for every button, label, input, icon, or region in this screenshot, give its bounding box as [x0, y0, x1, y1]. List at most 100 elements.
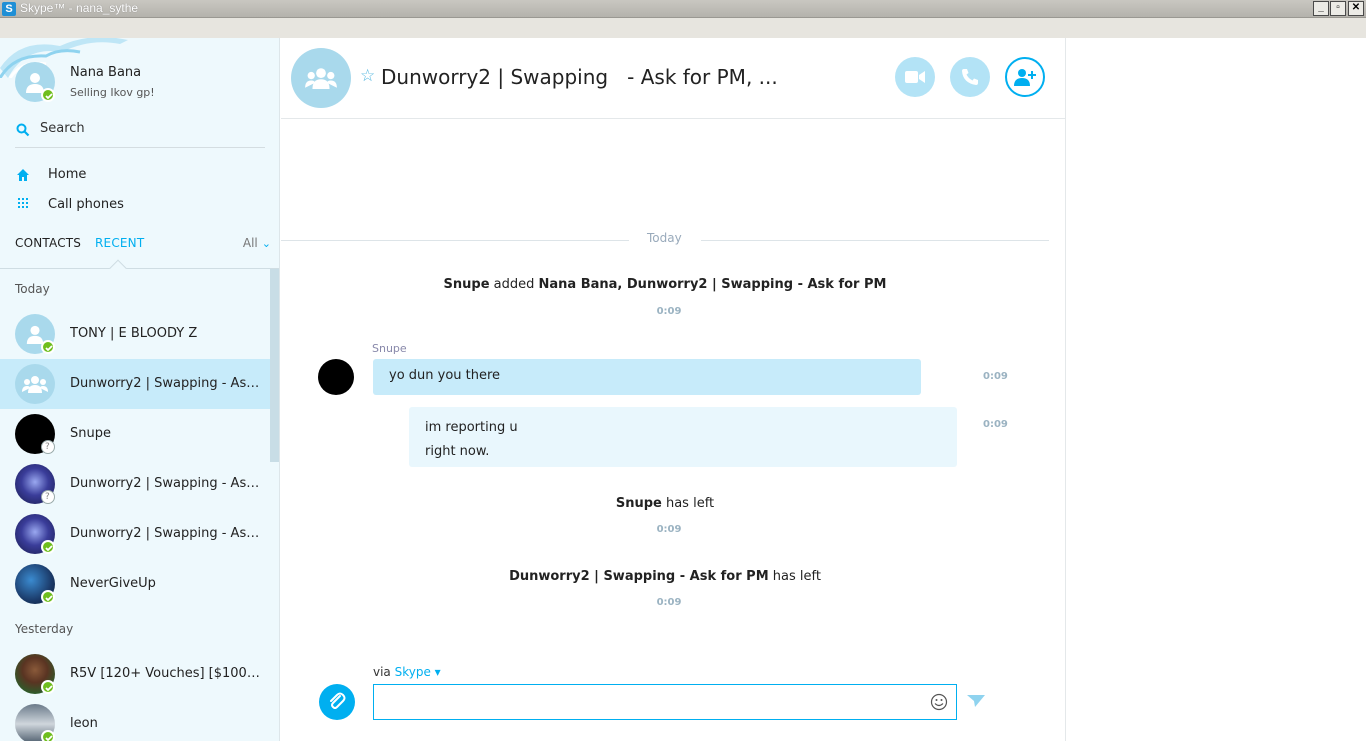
- list-item[interactable]: ? Dunworry2 | Swapping - Ask for PM: [0, 459, 270, 509]
- event-verb: added: [489, 277, 539, 292]
- profile-name[interactable]: Nana Bana: [70, 65, 141, 80]
- system-event-left: Snupe has left: [281, 496, 1049, 511]
- video-camera-icon: [905, 71, 925, 83]
- window-title: Skype™ - nana_sythe: [20, 1, 139, 15]
- paperclip-icon: [330, 692, 346, 709]
- unknown-status-icon: ?: [41, 440, 55, 454]
- tab-recent[interactable]: RECENT: [95, 236, 144, 250]
- conversation-title[interactable]: Dunworry2 | Swapping - Ask for PM, ...: [381, 65, 778, 89]
- message-text: im reporting u: [425, 420, 518, 435]
- online-status-icon: [41, 540, 55, 554]
- list-item[interactable]: leon: [0, 699, 270, 741]
- contact-name: R5V [120+ Vouches] [$100 Do...: [70, 666, 260, 681]
- contact-name: leon: [70, 716, 98, 731]
- online-status-icon: [41, 590, 55, 604]
- event-actor: Snupe: [615, 496, 662, 511]
- online-status-icon: [41, 88, 55, 102]
- restore-button[interactable]: ▫: [1330, 1, 1346, 16]
- nav-home[interactable]: Home: [15, 164, 265, 188]
- window-title-bar: S Skype™ - nana_sythe _ ▫ ✕: [0, 0, 1366, 18]
- day-label: Today: [647, 231, 682, 245]
- event-timestamp: 0:09: [656, 597, 682, 608]
- message-bubble[interactable]: yo dun you there: [373, 359, 921, 395]
- message-timestamp: 0:09: [983, 371, 1008, 382]
- message-bubble[interactable]: im reporting u right now.: [409, 407, 957, 467]
- minimize-button[interactable]: _: [1313, 1, 1329, 16]
- profile-mood-message[interactable]: Selling Ikov gp!: [70, 86, 155, 99]
- list-item[interactable]: R5V [120+ Vouches] [$100 Do...: [0, 649, 270, 699]
- list-scrollbar[interactable]: [270, 269, 279, 462]
- contact-tabs: CONTACTS RECENT All ⌄: [15, 236, 271, 256]
- sidebar: Nana Bana Selling Ikov gp! Search Home C…: [0, 38, 280, 741]
- day-separator-line: [701, 240, 1049, 241]
- person-icon: [26, 325, 44, 344]
- day-separator: Today: [281, 231, 1049, 245]
- day-separator-line: [281, 240, 629, 241]
- via-prefix: via: [373, 665, 395, 679]
- list-item[interactable]: TONY | E BLOODY Z: [0, 309, 270, 359]
- list-item-selected[interactable]: Dunworry2 | Swapping - Ask for PM: [0, 359, 270, 409]
- online-status-icon: [41, 680, 55, 694]
- emoticon-icon[interactable]: [930, 693, 948, 711]
- group-avatar[interactable]: [291, 48, 351, 108]
- unknown-status-icon: ?: [41, 490, 55, 504]
- system-event-left: Dunworry2 | Swapping - Ask for PM has le…: [281, 569, 1049, 584]
- event-actor: Snupe: [443, 277, 490, 292]
- group-icon: [22, 376, 48, 393]
- list-item[interactable]: ? Snupe: [0, 409, 270, 459]
- contact-name: Snupe: [70, 426, 111, 441]
- favorite-star-icon[interactable]: ☆: [360, 66, 375, 86]
- sender-avatar[interactable]: [318, 359, 354, 395]
- nav-home-label: Home: [48, 167, 87, 182]
- event-targets: Nana Bana, Dunworry2 | Swapping - Ask fo…: [538, 277, 887, 292]
- nav-call-phones-label: Call phones: [48, 197, 124, 212]
- conversation-header: ☆ Dunworry2 | Swapping - Ask for PM, ...: [281, 38, 1065, 119]
- contact-name: Dunworry2 | Swapping - Ask for PM: [70, 526, 260, 541]
- message-timestamp: 0:09: [983, 419, 1008, 430]
- add-person-icon: [1014, 69, 1036, 86]
- system-event-added: Snupe added Nana Bana, Dunworry2 | Swapp…: [281, 277, 1049, 292]
- via-link[interactable]: Skype: [395, 665, 431, 679]
- close-button[interactable]: ✕: [1348, 1, 1364, 16]
- attach-button[interactable]: [319, 684, 355, 720]
- filter-dropdown[interactable]: All ⌄: [243, 236, 271, 250]
- list-item[interactable]: Dunworry2 | Swapping - Ask for PM: [0, 509, 270, 559]
- search-icon: [16, 123, 30, 137]
- video-call-button[interactable]: [895, 57, 935, 97]
- online-status-icon: [41, 340, 55, 354]
- audio-call-button[interactable]: [950, 57, 990, 97]
- send-via-selector[interactable]: via Skype ▾: [373, 665, 441, 679]
- group-icon: [305, 68, 337, 89]
- skype-logo-icon: S: [2, 2, 16, 16]
- search-label: Search: [40, 121, 85, 136]
- message-sender: Snupe: [372, 342, 407, 355]
- message-input[interactable]: [373, 684, 957, 720]
- right-pane: [1065, 38, 1366, 741]
- send-icon[interactable]: [967, 694, 985, 708]
- online-status-icon: [41, 730, 55, 741]
- list-item[interactable]: NeverGiveUp: [0, 559, 270, 609]
- event-verb: has left: [661, 496, 715, 511]
- add-participants-button[interactable]: [1005, 57, 1045, 97]
- caret-down-icon: ▾: [430, 665, 441, 679]
- event-verb: has left: [768, 569, 821, 584]
- contact-name: TONY | E BLOODY Z: [70, 326, 198, 341]
- contact-name: Dunworry2 | Swapping - Ask for PM: [70, 376, 260, 391]
- group-avatar: [15, 364, 55, 404]
- recent-list: Today TONY | E BLOODY Z Dunworry2 | Swap…: [0, 269, 279, 741]
- tab-contacts[interactable]: CONTACTS: [15, 236, 81, 250]
- conversation-pane: ☆ Dunworry2 | Swapping - Ask for PM, ...…: [281, 38, 1065, 741]
- contact-name: Dunworry2 | Swapping - Ask for PM: [70, 476, 260, 491]
- menu-strip: [0, 18, 1366, 38]
- event-timestamp: 0:09: [656, 524, 682, 535]
- chevron-down-icon: ⌄: [261, 237, 271, 250]
- nav-call-phones[interactable]: Call phones: [15, 194, 265, 218]
- message-text: right now.: [425, 444, 490, 459]
- section-today: Today: [15, 282, 50, 296]
- dialpad-icon: [18, 198, 28, 208]
- home-icon: [17, 169, 29, 181]
- search-box[interactable]: Search: [15, 118, 265, 148]
- event-actor: Dunworry2 | Swapping - Ask for PM: [509, 569, 769, 584]
- phone-icon: [962, 69, 978, 85]
- contact-name: NeverGiveUp: [70, 576, 156, 591]
